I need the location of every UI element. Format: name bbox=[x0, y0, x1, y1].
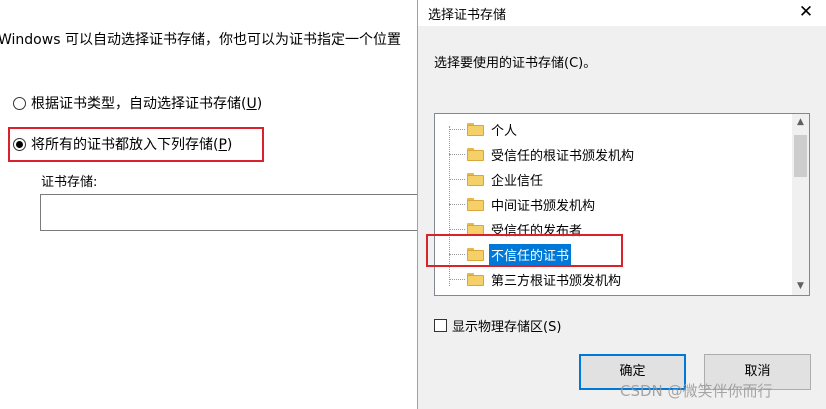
show-physical-stores[interactable]: 显示物理存储区(S) bbox=[434, 316, 561, 335]
folder-icon bbox=[467, 197, 484, 211]
folder-icon bbox=[467, 172, 484, 186]
radio-auto-label: 根据证书类型，自动选择证书存储(U) bbox=[31, 96, 263, 112]
show-physical-checkbox[interactable] bbox=[434, 319, 447, 332]
scroll-down-icon[interactable]: ▼ bbox=[792, 278, 809, 295]
tree-item-label: 第三方根证书颁发机构 bbox=[491, 273, 622, 289]
store-description: Windows 可以自动选择证书存储，你也可以为证书指定一个位置 bbox=[0, 32, 401, 48]
tree-scrollbar[interactable]: ▲ ▼ bbox=[792, 114, 809, 295]
tree-item[interactable]: 个人 bbox=[449, 117, 519, 141]
cert-store-input[interactable] bbox=[40, 194, 430, 231]
select-cert-store-dialog: 选择证书存储 ✕ 选择要使用的证书存储(C)。 个人 受信任的根证书颁发机构 企… bbox=[417, 0, 826, 409]
tree-item[interactable]: 第三方根证书颁发机构 bbox=[449, 267, 623, 291]
highlight-box-radio bbox=[8, 127, 264, 162]
cert-store-label: 证书存储: bbox=[41, 175, 98, 190]
cert-store-tree[interactable]: 个人 受信任的根证书颁发机构 企业信任 中间证书颁发机构 受信任的发布者 不信任… bbox=[434, 113, 810, 296]
folder-icon bbox=[467, 147, 484, 161]
tree-item-label: 个人 bbox=[491, 123, 518, 139]
tree-item-label: 受信任的根证书颁发机构 bbox=[491, 148, 635, 164]
tree-item-label: 中间证书颁发机构 bbox=[491, 198, 596, 214]
scroll-up-icon[interactable]: ▲ bbox=[792, 114, 809, 131]
dialog-titlebar: 选择证书存储 ✕ bbox=[418, 0, 826, 26]
radio-button[interactable] bbox=[13, 96, 26, 110]
dialog-prompt: 选择要使用的证书存储(C)。 bbox=[434, 56, 597, 71]
highlight-box-tree-item bbox=[426, 234, 623, 267]
radio-auto-select[interactable]: 根据证书类型，自动选择证书存储(U) bbox=[13, 93, 262, 113]
show-physical-label: 显示物理存储区(S) bbox=[452, 320, 562, 335]
tree-item[interactable]: 企业信任 bbox=[449, 167, 545, 191]
scroll-thumb[interactable] bbox=[794, 135, 807, 177]
close-icon[interactable]: ✕ bbox=[796, 2, 816, 22]
tree-item-label: 企业信任 bbox=[491, 173, 544, 189]
tree-item[interactable]: 中间证书颁发机构 bbox=[449, 192, 597, 216]
folder-icon bbox=[467, 122, 484, 136]
tree-item[interactable]: 受信任的根证书颁发机构 bbox=[449, 142, 636, 166]
dialog-title: 选择证书存储 bbox=[428, 8, 507, 23]
folder-icon bbox=[467, 272, 484, 286]
watermark: CSDN @微笑伴你而行 bbox=[620, 382, 773, 400]
